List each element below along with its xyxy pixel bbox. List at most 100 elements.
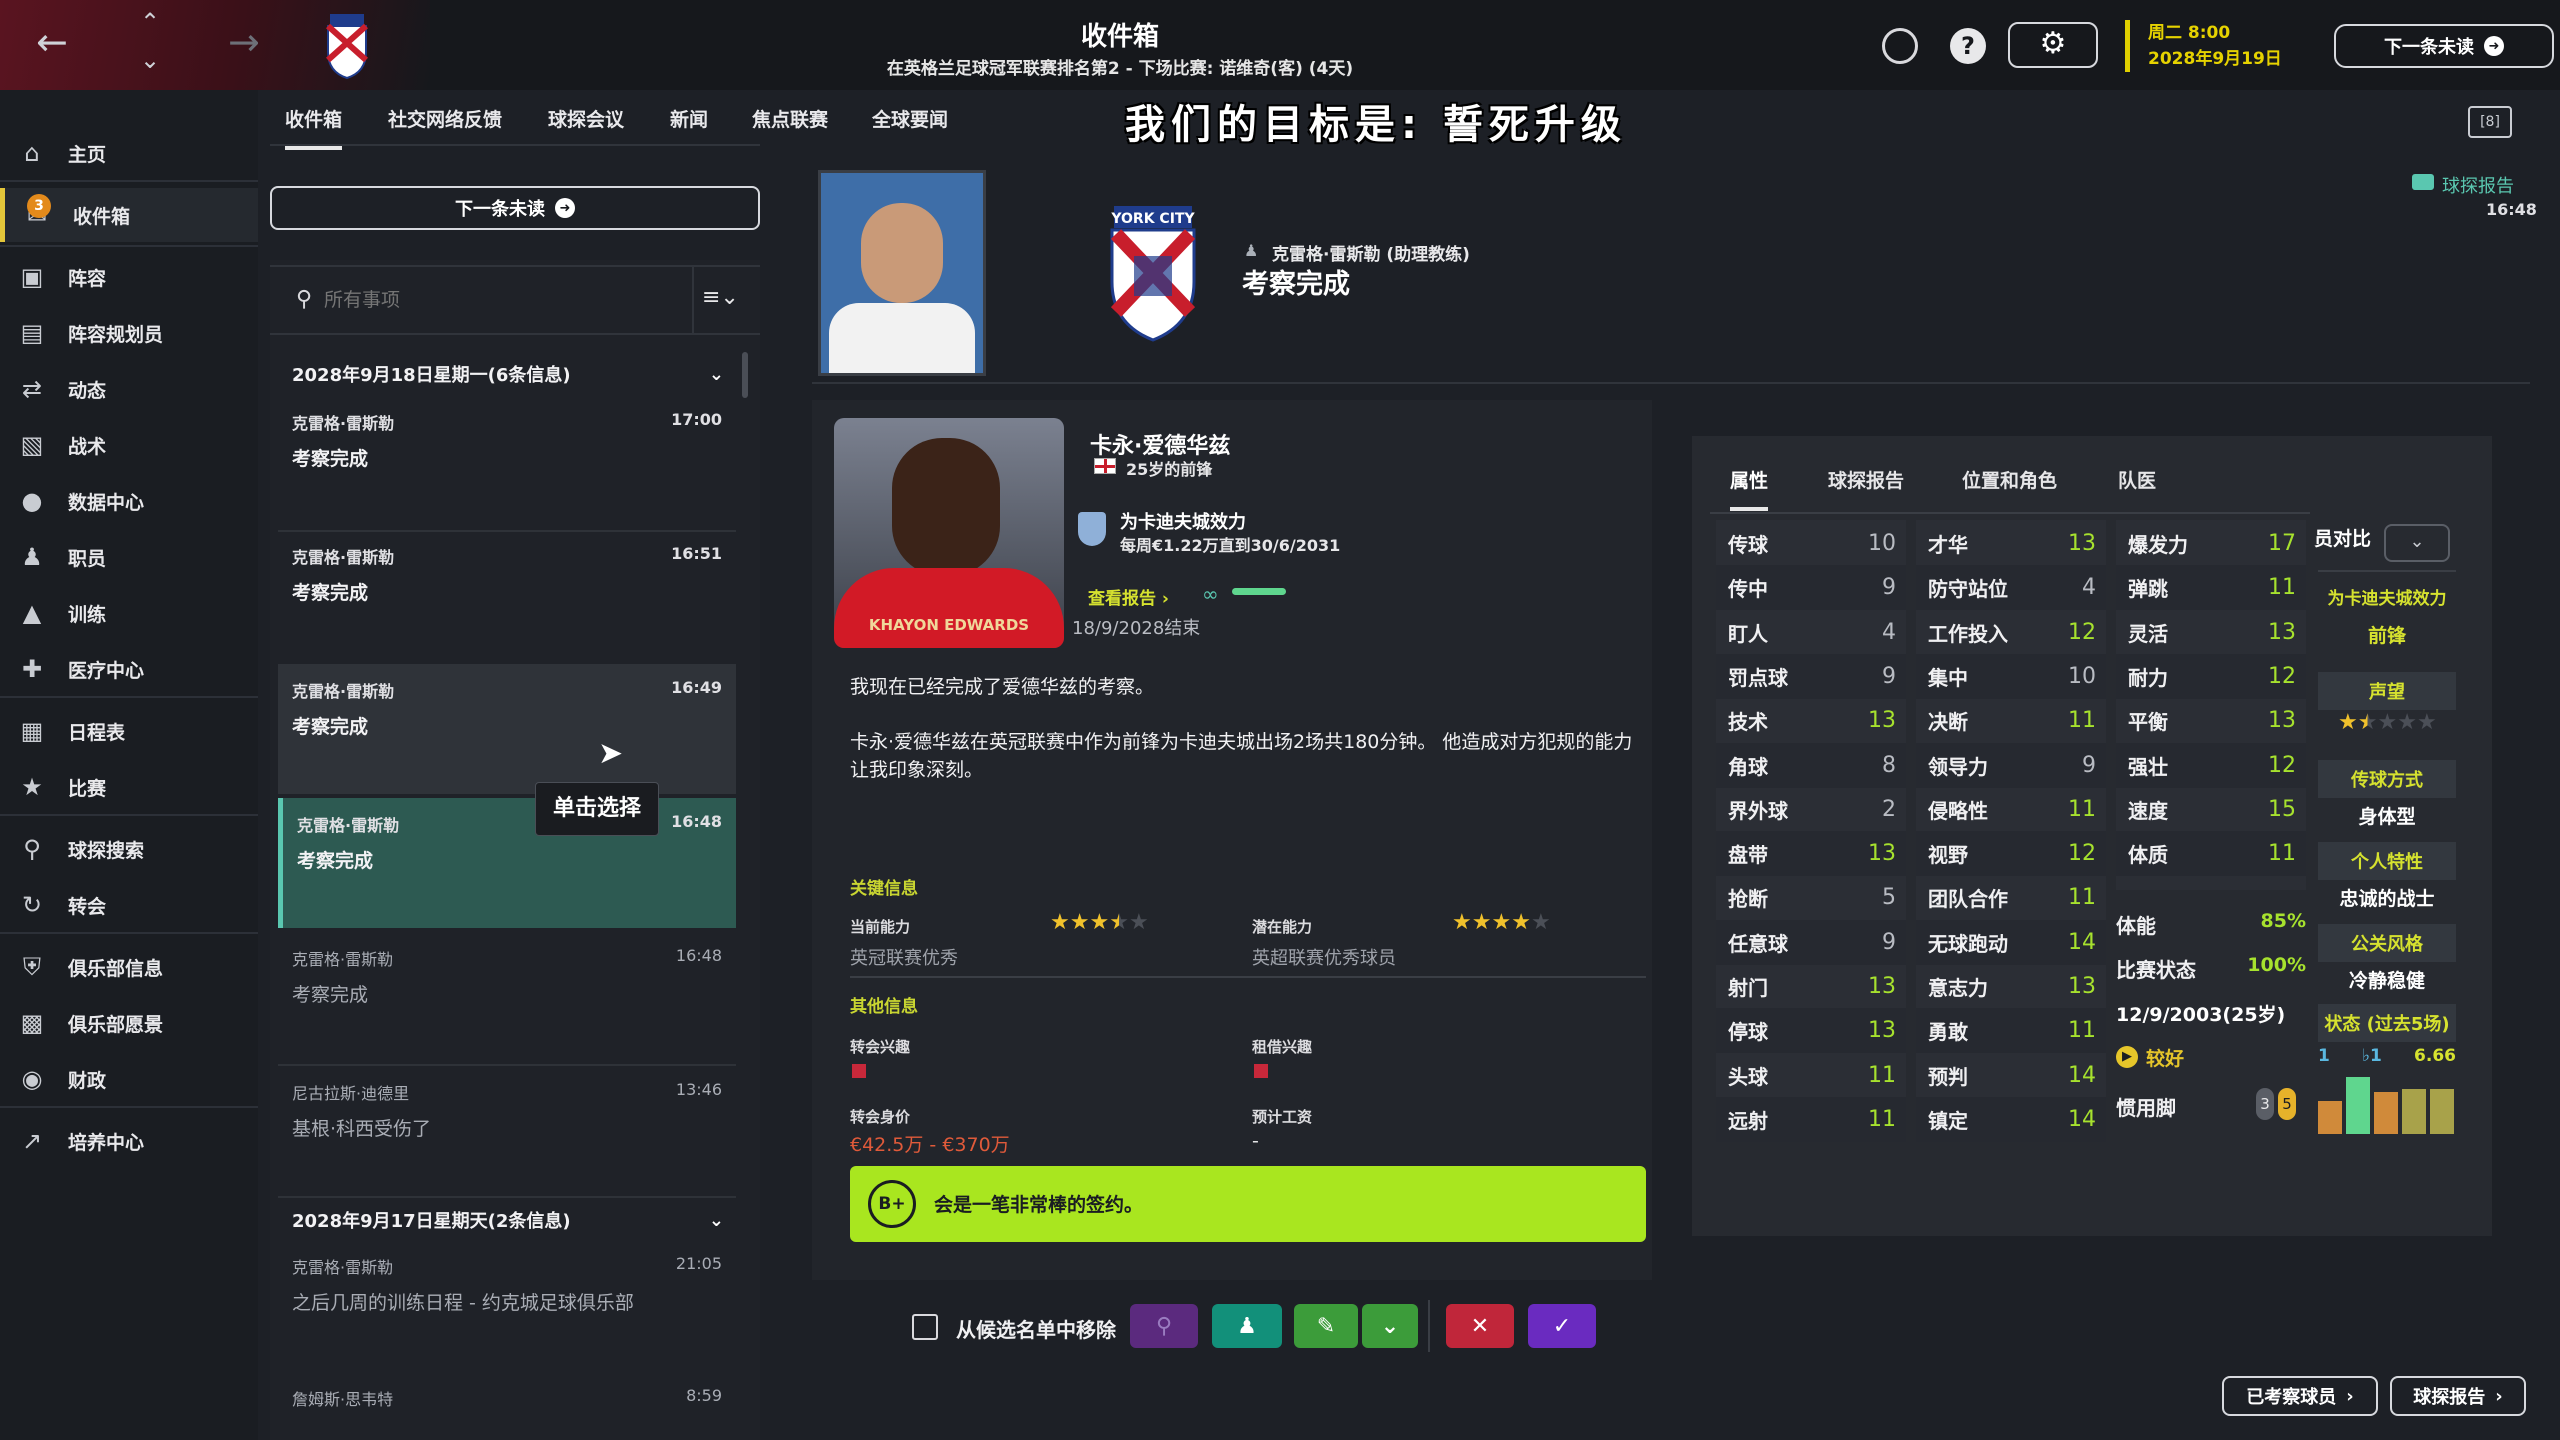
next-unread-top-button[interactable]: 下一条未读 ➜ [2334, 24, 2554, 68]
attribute-row[interactable]: 强壮 12 [2116, 742, 2306, 788]
attribute-row[interactable]: 角球 8 [1716, 742, 1906, 788]
attribute-row[interactable]: 勇敢 11 [1916, 1008, 2106, 1054]
inbox-message-3[interactable]: 克雷格·雷斯勒 考察完成 16:49 [278, 664, 736, 794]
make-offer-button[interactable]: ✎ [1294, 1304, 1358, 1348]
inbox-message-7[interactable]: 克雷格·雷斯勒 之后几周的训练日程 - 约克城足球俱乐部 21:05 [278, 1240, 736, 1366]
game-date[interactable]: 周二 8:00 2028年9月19日 [2125, 20, 2282, 72]
inbox-message-6[interactable]: 尼古拉斯·迪德里 基根·科西受伤了 13:46 [278, 1066, 736, 1196]
sidebar-item-squad[interactable]: ▣ 阵容 [0, 252, 258, 302]
tab-scouting-meeting[interactable]: 球探会议 [548, 105, 624, 132]
sidebar-item-inbox[interactable]: ✉收件箱3 [0, 188, 258, 242]
attribute-row[interactable]: 领导力 9 [1916, 742, 2106, 788]
inbox-message-8[interactable]: 詹姆斯·思韦特 8:59 [278, 1372, 736, 1432]
attribute-row[interactable]: 团队合作 11 [1916, 875, 2106, 920]
sidebar-item-tactics[interactable]: ▧ 战术 [0, 420, 258, 470]
sidebar-item-medical[interactable]: ✚ 医疗中心 [0, 644, 258, 694]
attribute-row[interactable]: 视野 12 [1916, 831, 2106, 877]
player-club[interactable]: 为卡迪夫城效力 [1120, 508, 1246, 534]
tab-positions-roles[interactable]: 位置和角色 [1962, 466, 2057, 493]
sidebar-item-data-hub[interactable]: ● 数据中心 [0, 476, 258, 526]
inbox-message-2[interactable]: 克雷格·雷斯勒 考察完成 16:51 [278, 530, 736, 660]
sidebar-item-scouting[interactable]: ⚲ 球探搜索 [0, 824, 258, 874]
attribute-row[interactable]: 防守站位 4 [1916, 565, 2106, 611]
attribute-row[interactable]: 体质 11 [2116, 831, 2306, 877]
tab-world-news[interactable]: 全球要闻 [872, 105, 948, 132]
attribute-row[interactable]: 集中 10 [1916, 653, 2106, 699]
attribute-row[interactable]: 决断 11 [1916, 698, 2106, 743]
attribute-row[interactable]: 灵活 13 [2116, 610, 2306, 655]
attribute-row[interactable]: 侵略性 11 [1916, 787, 2106, 832]
attribute-row[interactable]: 抢断 5 [1716, 875, 1906, 920]
sidebar-item-schedule[interactable]: ▦ 日程表 [0, 706, 258, 756]
attribute-row[interactable]: 镇定 14 [1916, 1096, 2106, 1142]
reject-button[interactable]: ✕ [1446, 1304, 1514, 1348]
attribute-row[interactable]: 技术 13 [1716, 698, 1906, 743]
attribute-row[interactable]: 传中 9 [1716, 565, 1906, 611]
inbox-message-5[interactable]: 克雷格·雷斯勒 考察完成 16:48 [278, 932, 736, 1062]
attribute-row[interactable]: 工作投入 12 [1916, 610, 2106, 655]
help-icon[interactable]: ? [1950, 28, 1986, 64]
group-header-sep17[interactable]: 2028年9月17日星期天(2条信息) ⌄ [278, 1200, 736, 1240]
attribute-row[interactable]: 盯人 4 [1716, 610, 1906, 655]
tab-physio[interactable]: 队医 [2118, 466, 2156, 493]
inbox-message-4-selected[interactable]: 克雷格·雷斯勒 考察完成 16:48 [278, 798, 736, 928]
sidebar-item-transfers[interactable]: ↻ 转会 [0, 880, 258, 930]
scrollbar[interactable] [742, 352, 748, 398]
attribute-row[interactable]: 才华 13 [1916, 521, 2106, 566]
screenshot-icon[interactable]: [8] [2468, 106, 2512, 138]
sidebar-item-finances[interactable]: ◉ 财政 [0, 1054, 258, 1104]
morale-value[interactable]: 较好 [2146, 1044, 2184, 1071]
attribute-row[interactable]: 预判 14 [1916, 1053, 2106, 1098]
attribute-row[interactable]: 射门 13 [1716, 964, 1906, 1009]
tab-focus-league[interactable]: 焦点联赛 [752, 105, 828, 132]
attribute-row[interactable]: 无球跑动 14 [1916, 919, 2106, 965]
chevron-down-icon: ⌄ [708, 1209, 724, 1231]
tab-scout-report[interactable]: 球探报告 [1828, 466, 1904, 493]
remove-shortlist-checkbox[interactable] [912, 1314, 938, 1340]
scout-search-button[interactable]: ⚲ [1130, 1304, 1198, 1348]
sidebar-item-training[interactable]: ▲ 训练 [0, 588, 258, 638]
sidebar-item-development[interactable]: ↗ 培养中心 [0, 1116, 258, 1166]
passing-style-value: 身体型 [2358, 806, 2416, 828]
group-header-sep18[interactable]: 2028年9月18日星期一(6条信息) ⌄ [278, 354, 736, 394]
scout-player-button[interactable]: ♟ [1212, 1304, 1282, 1348]
accept-button[interactable]: ✓ [1528, 1304, 1596, 1348]
sidebar-item-club-info[interactable]: ⛨ 俱乐部信息 [0, 942, 258, 992]
attribute-row[interactable]: 速度 15 [2116, 787, 2306, 832]
tab-social-feed[interactable]: 社交网络反馈 [388, 105, 502, 132]
inbox-message-1[interactable]: 克雷格·雷斯勒 考察完成 17:00 [278, 396, 736, 526]
attribute-row[interactable]: 任意球 9 [1716, 919, 1906, 965]
sidebar-item-dynamics[interactable]: ⇄ 动态 [0, 364, 258, 414]
scouted-players-button[interactable]: 已考察球员 › [2222, 1376, 2378, 1416]
sidebar-item-home[interactable]: ⌂ 主页 [0, 128, 258, 178]
sidebar-item-squad-planner[interactable]: ▤ 阵容规划员 [0, 308, 258, 358]
next-unread-button[interactable]: 下一条未读 ➜ [270, 186, 760, 230]
attribute-row[interactable]: 耐力 12 [2116, 653, 2306, 699]
attribute-row[interactable]: 远射 11 [1716, 1096, 1906, 1142]
attribute-row[interactable]: 停球 13 [1716, 1008, 1906, 1054]
attribute-row[interactable]: 头球 11 [1716, 1053, 1906, 1098]
offer-dropdown-button[interactable]: ⌄ [1362, 1304, 1418, 1348]
tab-news[interactable]: 新闻 [670, 105, 708, 132]
settings-gear-icon[interactable]: ⚙ [2008, 22, 2098, 68]
tab-attributes[interactable]: 属性 [1730, 466, 1769, 511]
compare-dropdown-icon[interactable]: ⌄ [2384, 524, 2450, 562]
attribute-row[interactable]: 界外球 2 [1716, 787, 1906, 832]
attribute-row[interactable]: 平衡 13 [2116, 698, 2306, 743]
attribute-row[interactable]: 爆发力 17 [2116, 521, 2306, 566]
sidebar-item-competitions[interactable]: ★ 比赛 [0, 762, 258, 812]
club-name[interactable]: 为卡迪夫城效力 [2318, 584, 2456, 609]
sidebar-item-club-vision[interactable]: ▩ 俱乐部愿景 [0, 998, 258, 1048]
search-input[interactable] [324, 283, 624, 317]
attribute-row[interactable]: 弹跳 11 [2116, 565, 2306, 611]
attribute-row[interactable]: 传球 10 [1716, 521, 1906, 566]
scout-report-button[interactable]: 球探报告 › [2390, 1376, 2526, 1416]
filter-menu-icon[interactable]: ≡⌄ [702, 285, 739, 310]
view-report-link[interactable]: 查看报告 › [1088, 584, 1169, 609]
sidebar-item-staff[interactable]: ♟ 职员 [0, 532, 258, 582]
player-photo[interactable]: KHAYON EDWARDS [834, 418, 1064, 648]
attribute-row[interactable]: 盘带 13 [1716, 831, 1906, 877]
attribute-row[interactable]: 意志力 13 [1916, 964, 2106, 1009]
football-icon[interactable] [1882, 28, 1918, 64]
attribute-row[interactable]: 罚点球 9 [1716, 653, 1906, 699]
